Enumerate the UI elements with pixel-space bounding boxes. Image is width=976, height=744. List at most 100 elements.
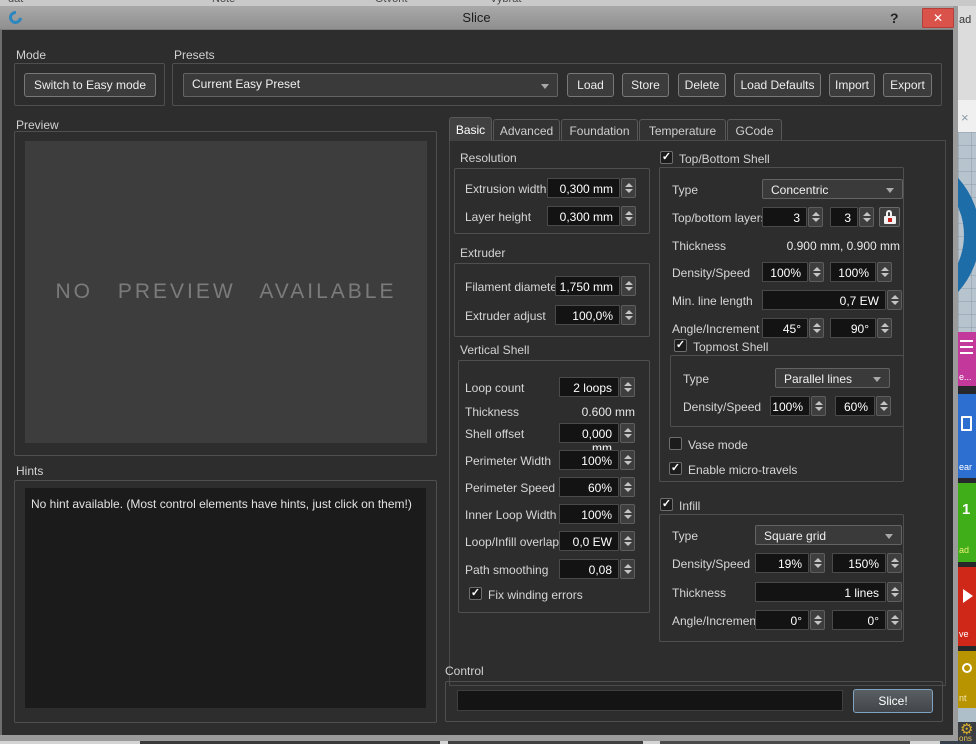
perimeter-width-spinner[interactable] [620, 450, 635, 470]
tbs-type-value: Concentric [771, 183, 828, 197]
tbs-density-spinner[interactable] [809, 262, 824, 282]
presets-group-label: Presets [174, 48, 215, 62]
close-button[interactable]: ✕ [922, 8, 954, 28]
tbs-layers-spinner-2[interactable] [859, 207, 874, 227]
toolbar-button-layers[interactable]: e... [958, 332, 976, 386]
min-line-length-spinner[interactable] [887, 290, 902, 310]
delete-button[interactable]: Delete [678, 73, 726, 97]
enable-micro-travels-checkbox[interactable]: ✓ [669, 462, 682, 475]
toolbar-button-print[interactable]: nt [958, 651, 976, 708]
infill-speed-input[interactable]: 150% [832, 553, 886, 573]
topmost-speed-spinner[interactable] [876, 396, 891, 416]
help-button[interactable]: ? [890, 10, 899, 26]
topmost-type-select[interactable]: Parallel lines [775, 368, 890, 388]
infill-type-select[interactable]: Square grid [755, 525, 902, 545]
infill-thickness-input[interactable]: 1 lines [755, 582, 886, 602]
tbs-increment-spinner[interactable] [877, 318, 892, 338]
infill-density-input[interactable]: 19% [755, 553, 809, 573]
infill-increment-input[interactable]: 0° [832, 610, 886, 630]
chevron-down-icon [541, 84, 549, 89]
background-panel: ad [958, 6, 976, 100]
loop-infill-overlap-input[interactable]: 0,0 EW [559, 531, 619, 551]
shell-offset-spinner[interactable] [620, 423, 635, 443]
tbs-layers-input-1[interactable]: 3 [762, 207, 807, 227]
loop-count-input[interactable]: 2 loops [559, 377, 619, 397]
perimeter-speed-spinner[interactable] [620, 477, 635, 497]
toolbar-button-load[interactable]: 1 ad [958, 483, 976, 562]
tbs-speed-input[interactable]: 100% [830, 262, 876, 282]
lock-layers-button[interactable] [879, 207, 900, 227]
export-button[interactable]: Export [883, 73, 932, 97]
extrusion-width-spinner[interactable] [621, 178, 636, 198]
topmost-density-speed-label: Density/Speed [683, 400, 761, 414]
import-button[interactable]: Import [829, 73, 875, 97]
filament-diameter-input[interactable]: 1,750 mm [555, 276, 620, 296]
tbs-layers-spinner-1[interactable] [808, 207, 823, 227]
trash-icon [961, 416, 972, 431]
extruder-adjust-input[interactable]: 100,0% [555, 305, 620, 325]
switch-easy-mode-button[interactable]: Switch to Easy mode [24, 73, 156, 97]
loop-infill-overlap-spinner[interactable] [620, 531, 635, 551]
tab-advanced[interactable]: Advanced [493, 119, 560, 141]
infill-speed-spinner[interactable] [887, 553, 902, 573]
tab-gcode[interactable]: GCode [727, 119, 782, 141]
path-smoothing-spinner[interactable] [620, 559, 635, 579]
tbs-density-input[interactable]: 100% [762, 262, 808, 282]
fix-winding-errors-label: Fix winding errors [488, 588, 583, 602]
loop-count-label: Loop count [465, 381, 524, 395]
inner-loop-width-spinner[interactable] [620, 504, 635, 524]
shell-offset-input[interactable]: 0,000 mm [559, 423, 619, 443]
perimeter-speed-input[interactable]: 60% [559, 477, 619, 497]
dialog-titlebar[interactable]: Slice ? ✕ [0, 6, 953, 30]
chevron-down-icon [873, 377, 881, 382]
store-button[interactable]: Store [622, 73, 669, 97]
tbs-speed-spinner[interactable] [877, 262, 892, 282]
top-bottom-shell-checkbox[interactable]: ✓ [660, 151, 673, 164]
min-line-length-input[interactable]: 0,7 EW [762, 290, 886, 310]
tab-basic[interactable]: Basic [449, 117, 492, 141]
inner-loop-width-input[interactable]: 100% [559, 504, 619, 524]
perimeter-width-label: Perimeter Width [465, 454, 551, 468]
window-border-bottom [0, 735, 958, 741]
tab-temperature[interactable]: Temperature [639, 119, 726, 141]
load-button[interactable]: Load [567, 73, 614, 97]
infill-thickness-spinner[interactable] [887, 582, 902, 602]
filament-diameter-spinner[interactable] [621, 276, 636, 296]
tbs-angle-spinner[interactable] [809, 318, 824, 338]
path-smoothing-input[interactable]: 0,08 [559, 559, 619, 579]
background-text: dat [8, 0, 23, 5]
path-smoothing-label: Path smoothing [465, 563, 548, 577]
control-group-label: Control [445, 664, 484, 678]
preset-select[interactable]: Current Easy Preset [183, 73, 558, 97]
tbs-layers-input-2[interactable]: 3 [830, 207, 858, 227]
tbs-angle-input[interactable]: 45° [762, 318, 808, 338]
topmost-density-spinner[interactable] [811, 396, 826, 416]
extruder-adjust-spinner[interactable] [621, 305, 636, 325]
tab-foundation[interactable]: Foundation [561, 119, 638, 141]
infill-angle-spinner[interactable] [810, 610, 825, 630]
infill-density-speed-label: Density/Speed [672, 557, 750, 571]
infill-density-spinner[interactable] [810, 553, 825, 573]
tbs-type-select[interactable]: Concentric [762, 179, 903, 199]
fix-winding-errors-checkbox[interactable]: ✓ [469, 587, 482, 600]
topmost-shell-checkbox[interactable]: ✓ [674, 339, 687, 352]
topmost-density-input[interactable]: 100% [770, 396, 810, 416]
extrusion-width-input[interactable]: 0,300 mm [547, 178, 620, 198]
load-defaults-button[interactable]: Load Defaults [734, 73, 821, 97]
slice-button[interactable]: Slice! [853, 689, 933, 713]
loop-count-spinner[interactable] [620, 377, 635, 397]
layer-height-spinner[interactable] [621, 206, 636, 226]
layer-height-input[interactable]: 0,300 mm [547, 206, 620, 226]
layer-height-label: Layer height [465, 210, 531, 224]
close-icon[interactable]: × [961, 110, 969, 125]
infill-angle-input[interactable]: 0° [755, 610, 809, 630]
tbs-increment-input[interactable]: 90° [830, 318, 876, 338]
toolbar-button-save[interactable]: ve [958, 567, 976, 646]
topmost-speed-input[interactable]: 60% [835, 396, 875, 416]
infill-increment-spinner[interactable] [887, 610, 902, 630]
toolbar-button-clear[interactable]: ear [958, 394, 976, 478]
perimeter-width-input[interactable]: 100% [559, 450, 619, 470]
infill-checkbox[interactable]: ✓ [660, 498, 673, 511]
logo-arc [958, 150, 976, 320]
vase-mode-checkbox[interactable] [669, 437, 682, 450]
